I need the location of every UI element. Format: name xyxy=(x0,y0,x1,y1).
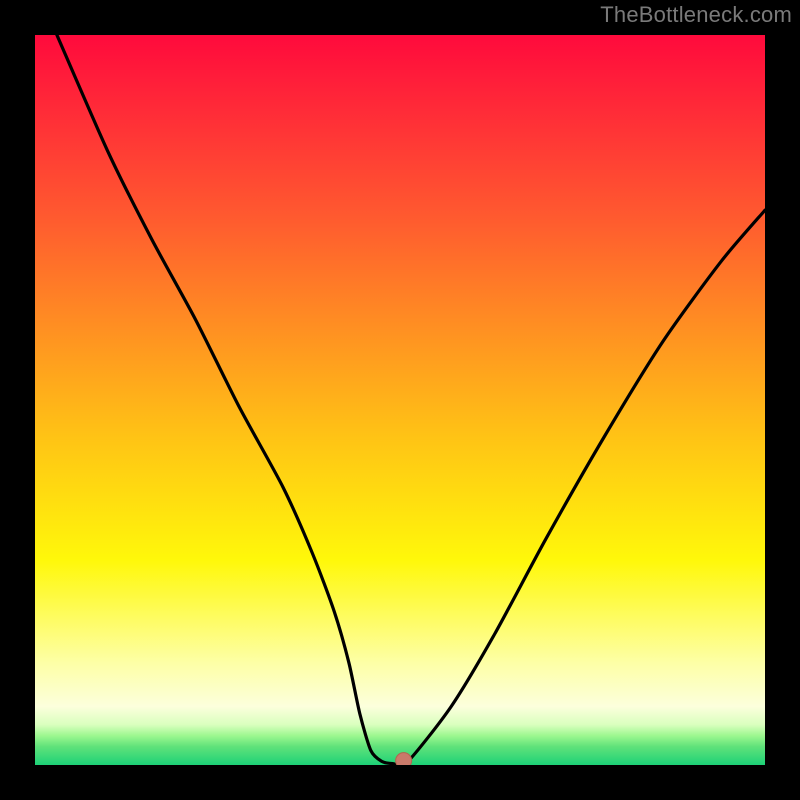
chart-frame: TheBottleneck.com xyxy=(0,0,800,800)
bottleneck-curve-svg xyxy=(35,35,765,765)
watermark-text: TheBottleneck.com xyxy=(600,2,792,28)
bottleneck-curve-line xyxy=(57,35,765,765)
optimal-point-marker xyxy=(396,753,412,765)
plot-area xyxy=(35,35,765,765)
